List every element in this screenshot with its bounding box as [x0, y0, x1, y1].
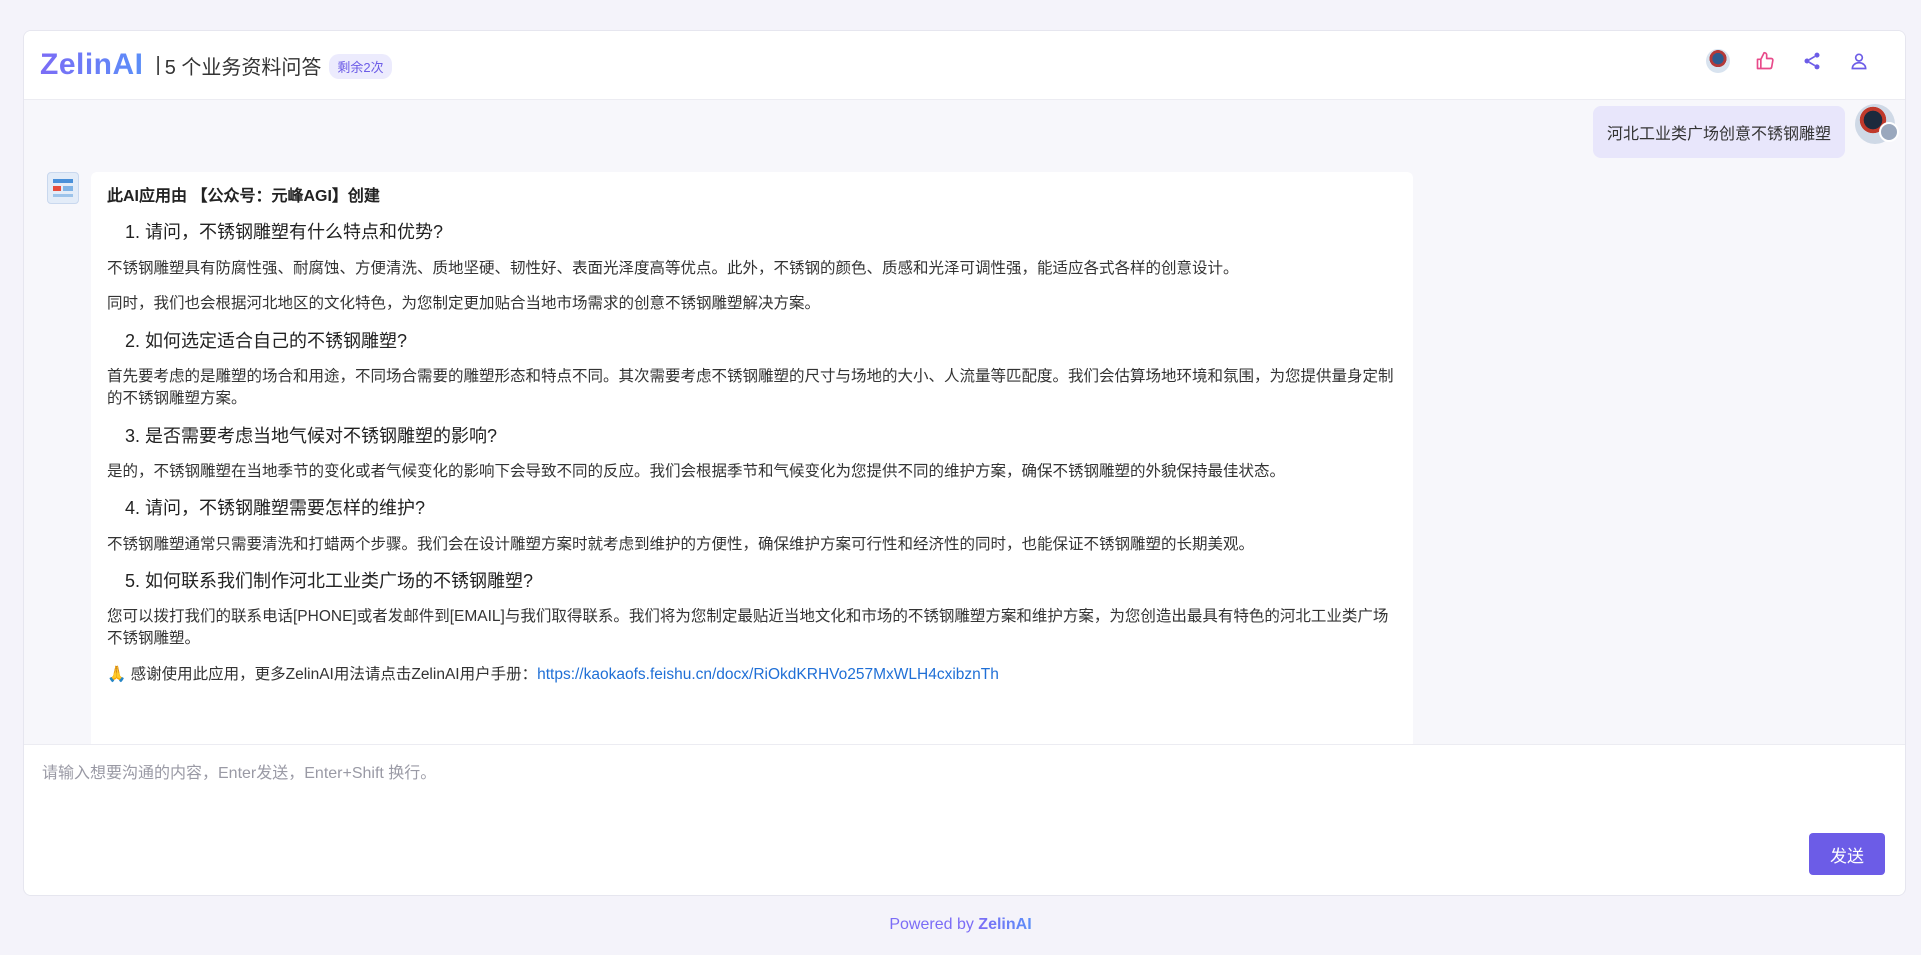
- bot-avatar: [47, 172, 79, 204]
- header: ZelinAI | 5 个业务资料问答 剩余2次: [24, 31, 1905, 100]
- question-heading: 5. 如何联系我们制作河北工业类广场的不锈钢雕塑?: [125, 571, 534, 592]
- footer-brand[interactable]: ZelinAI: [978, 916, 1031, 933]
- thumbs-up-icon[interactable]: [1753, 49, 1777, 73]
- answer-paragraph: 同时，我们也会根据河北地区的文化特色，为您制定更加贴合当地市场需求的创意不锈钢雕…: [107, 295, 821, 313]
- question-heading: 4. 请问，不锈钢雕塑需要怎样的维护?: [125, 498, 426, 519]
- user-manual-link[interactable]: https://kaokaofs.feishu.cn/docx/RiOkdKRH…: [537, 666, 999, 683]
- zelinai-logo[interactable]: ZelinAI: [40, 48, 144, 82]
- bot-message-bubble: 此AI应用由 【公众号：元峰AGI】创建 1. 请问，不锈钢雕塑有什么特点和优势…: [91, 172, 1413, 773]
- answer-paragraph: 您可以拨打我们的联系电话[PHONE]或者发邮件到[EMAIL]与我们取得联系。…: [107, 608, 1389, 648]
- answer-paragraph: 是的，不锈钢雕塑在当地季节的变化或者气候变化的影响下会导致不同的反应。我们会根据…: [107, 462, 1286, 480]
- page-title: 5 个业务资料问答: [164, 56, 322, 79]
- user-message-row: 河北工业类广场创意不锈钢雕塑: [1592, 104, 1899, 158]
- question-heading: 1. 请问，不锈钢雕塑有什么特点和优势?: [125, 222, 444, 243]
- user-avatar: [1855, 104, 1899, 144]
- title-separator: |: [155, 53, 161, 76]
- user-avatar-icon[interactable]: [1706, 49, 1730, 73]
- footer: Powered by ZelinAI: [0, 916, 1921, 934]
- avatar: [1706, 49, 1730, 73]
- answer-paragraph: 不锈钢雕塑具有防腐性强、耐腐蚀、方便清洗、质地坚硬、韧性好、表面光泽度高等优点。…: [107, 259, 1239, 277]
- share-icon[interactable]: [1800, 49, 1824, 73]
- thanks-text: 🙏 感谢使用此应用，更多ZelinAI用法请点击ZelinAI用户手册：: [107, 665, 538, 683]
- user-message-bubble: 河北工业类广场创意不锈钢雕塑: [1592, 106, 1845, 158]
- user-avatar-badge: [1879, 122, 1899, 142]
- answer-paragraph: 不锈钢雕塑通常只需要清洗和打蜡两个步骤。我们会在设计雕塑方案时就考虑到维护的方便…: [107, 535, 1255, 553]
- thanks-note: 🙏 感谢使用此应用，更多ZelinAI用法请点击ZelinAI用户手册：http…: [107, 664, 1397, 686]
- answer-paragraph: 首先要考虑的是雕塑的场合和用途，不同场合需要的雕塑形态和特点不同。其次需要考虑不…: [107, 368, 1394, 407]
- header-actions: [1706, 49, 1871, 73]
- remaining-count-badge: 剩余2次: [329, 54, 392, 79]
- question-heading: 2. 如何选定适合自己的不锈钢雕塑?: [125, 330, 408, 351]
- chat-area[interactable]: 河北工业类广场创意不锈钢雕塑 此AI应用由 【公众号：元峰AGI】创建 1. 请…: [24, 100, 1905, 773]
- user-icon[interactable]: [1847, 49, 1871, 73]
- message-input[interactable]: [40, 757, 1744, 851]
- bot-intro: 此AI应用由 【公众号：元峰AGI】创建: [107, 188, 380, 205]
- app-window: ZelinAI | 5 个业务资料问答 剩余2次 河北工业类广场创意不锈钢雕塑 …: [23, 30, 1906, 896]
- input-area: 发送: [24, 744, 1905, 895]
- footer-prefix: Powered by: [889, 916, 979, 933]
- question-heading: 3. 是否需要考虑当地气候对不锈钢雕塑的影响?: [125, 425, 498, 446]
- send-button[interactable]: 发送: [1809, 833, 1885, 875]
